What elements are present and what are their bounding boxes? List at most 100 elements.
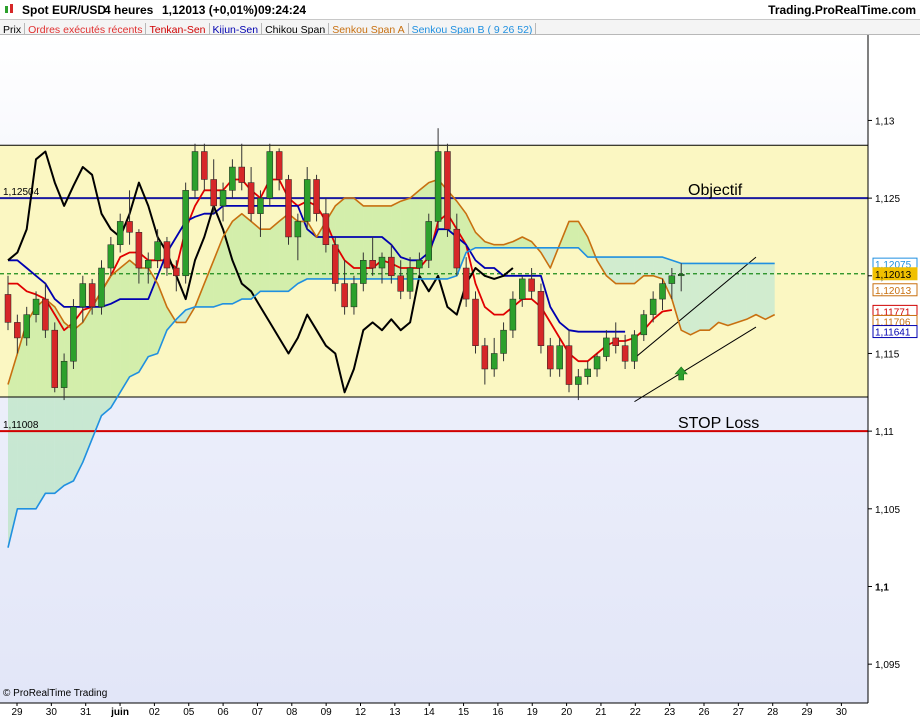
candle-body — [303, 179, 311, 222]
candle-body — [70, 306, 77, 362]
x-tick-label: 12 — [355, 707, 367, 718]
y-tick-label: 1,105 — [875, 505, 900, 516]
candle-body — [88, 283, 96, 308]
cloud-segment — [260, 229, 270, 292]
candle-body — [612, 337, 619, 346]
candle-body — [406, 267, 414, 292]
level-value-label: 1,12504 — [3, 187, 40, 198]
candle-body — [397, 275, 404, 292]
candle-body — [201, 151, 208, 180]
candle-body — [434, 151, 442, 222]
cloud-segment — [718, 263, 728, 326]
candle-body — [23, 314, 30, 339]
x-tick-label: 28 — [767, 707, 779, 718]
candle-body — [603, 337, 610, 357]
legend-item[interactable]: Tenkan-Sen — [146, 23, 210, 34]
candle-body — [332, 244, 339, 284]
time-label: 09:24:24 — [258, 3, 307, 17]
legend-item[interactable]: Chikou Span — [262, 23, 330, 34]
candle-body — [266, 151, 274, 199]
site-label: Trading.ProRealTime.com — [768, 3, 916, 17]
x-tick-label: 14 — [424, 707, 436, 718]
x-tick-label: 19 — [527, 707, 539, 718]
x-tick-label: 13 — [389, 707, 401, 718]
cloud-segment — [92, 291, 102, 439]
cloud-segment — [615, 257, 626, 284]
instrument-label: Spot EUR/USD — [22, 3, 106, 17]
cloud-segment — [232, 213, 242, 304]
x-tick-label: 22 — [630, 707, 642, 718]
instrument-icon — [4, 4, 14, 15]
cloud-segment — [110, 268, 121, 408]
price-tag-label: 1,12013 — [875, 270, 912, 281]
cloud-segment — [269, 221, 280, 292]
candle-body — [173, 267, 180, 277]
y-tick-label: 1,125 — [875, 194, 900, 205]
candle-body — [360, 260, 367, 284]
candle-body — [294, 221, 302, 238]
watermark: © ProRealTime Trading — [3, 688, 108, 699]
cloud-segment — [765, 263, 775, 320]
legend-item[interactable]: Ordres exécutés récents — [25, 23, 147, 34]
cloud-segment — [251, 221, 261, 300]
timeframe-label: 4 heures — [104, 3, 154, 17]
candle-body — [584, 368, 591, 378]
x-tick-label: juin — [110, 707, 129, 718]
x-tick-label: 02 — [149, 707, 161, 718]
candle-body — [210, 179, 217, 207]
candle-body — [668, 275, 676, 284]
candle-body — [593, 356, 601, 370]
candle-body — [378, 256, 386, 269]
candle-body — [341, 283, 348, 308]
candle-body — [472, 298, 479, 346]
x-tick-label: 26 — [698, 707, 710, 718]
x-tick-label: 09 — [321, 707, 333, 718]
legend-item[interactable]: Kijun-Sen — [210, 23, 263, 34]
legend-item[interactable]: Senkou Span B ( 9 26 52) — [409, 23, 537, 34]
cloud-segment — [82, 306, 93, 463]
cloud-segment — [625, 257, 635, 284]
candle-body — [631, 334, 638, 362]
candle-body — [444, 151, 451, 230]
candle-body — [191, 151, 199, 191]
candle-body — [519, 278, 526, 300]
candle-body — [509, 298, 517, 331]
candle-body — [4, 294, 12, 323]
cloud-segment — [737, 263, 747, 323]
candle-body — [677, 273, 685, 277]
title-bar: Spot EUR/USD 4 heures 1,12013 (+0,01%) 0… — [0, 0, 920, 20]
cloud-segment — [138, 268, 149, 373]
legend-item[interactable]: Prix — [0, 23, 26, 34]
x-tick-label: 06 — [218, 707, 230, 718]
candle-body — [135, 232, 143, 269]
x-tick-label: 21 — [595, 707, 607, 718]
candle-body — [32, 298, 40, 315]
candle-body — [500, 329, 507, 354]
candle-body — [621, 345, 629, 362]
price-tag-label: 1,11641 — [875, 328, 911, 339]
candle-body — [247, 182, 255, 214]
candle-body — [285, 179, 292, 238]
x-tick-label: 07 — [252, 707, 264, 718]
candle-body — [350, 283, 358, 308]
cloud-segment — [643, 257, 654, 276]
y-tick-label: 1,095 — [875, 660, 900, 671]
x-tick-label: 20 — [561, 707, 573, 718]
candle-body — [51, 329, 58, 388]
price-tag: 1,12013 — [872, 267, 918, 281]
legend-item[interactable]: Senkou Span A — [329, 23, 409, 34]
candle-body — [182, 190, 189, 277]
x-tick-label: 30 — [836, 707, 848, 718]
level-value-label: 1,11008 — [3, 420, 39, 431]
x-tick-label: 16 — [492, 707, 504, 718]
cloud-segment — [746, 263, 756, 320]
candle-body — [257, 197, 264, 214]
candle-body — [107, 244, 115, 269]
candle-body — [98, 267, 105, 308]
candle-body — [481, 345, 489, 370]
cloud-segment — [400, 198, 411, 279]
candle-body — [79, 283, 87, 308]
candle-body — [229, 166, 236, 191]
y-tick-label: 1,115 — [875, 349, 900, 360]
candle-body — [154, 241, 161, 261]
